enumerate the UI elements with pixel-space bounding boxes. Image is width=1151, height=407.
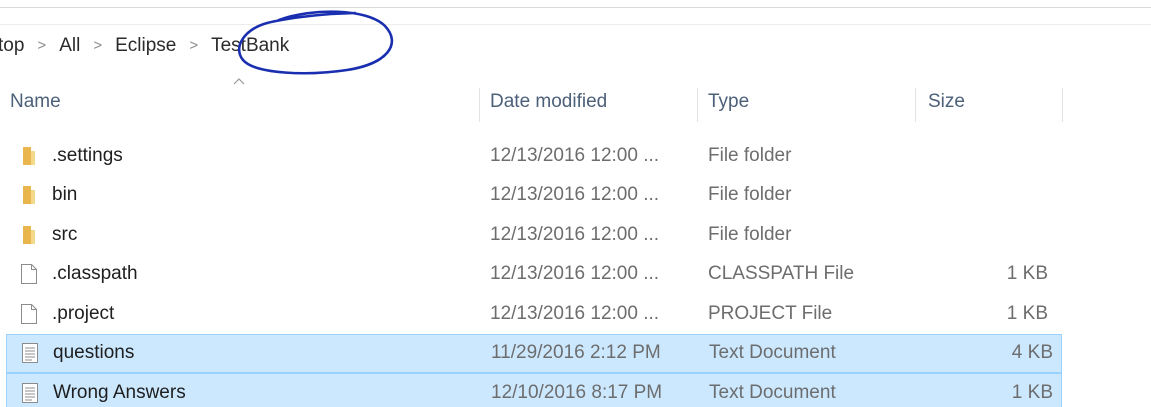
file-type: File folder [708, 184, 792, 206]
blank-file-icon [18, 294, 40, 334]
column-divider[interactable] [1062, 88, 1063, 122]
file-size: 1 KB [1011, 381, 1053, 403]
file-size: 1 KB [1006, 302, 1048, 324]
chevron-right-icon[interactable]: > [93, 37, 102, 54]
file-type: File folder [708, 223, 792, 245]
breadcrumb-item-all[interactable]: All [57, 35, 82, 57]
file-row[interactable]: .settings 12/13/2016 12:00 ... File folder [0, 136, 1062, 176]
breadcrumb: top > All > Eclipse > TestBank [0, 30, 291, 62]
column-divider[interactable] [697, 88, 698, 122]
file-name[interactable]: questions [53, 335, 134, 373]
column-header-size[interactable]: Size [928, 82, 965, 122]
folder-icon [18, 176, 40, 216]
file-row[interactable]: bin 12/13/2016 12:00 ... File folder [0, 176, 1062, 216]
file-type: PROJECT File [708, 302, 833, 324]
file-name[interactable]: bin [52, 176, 77, 216]
column-header-date-modified[interactable]: Date modified [490, 82, 607, 122]
file-date-modified: 12/13/2016 12:00 ... [490, 184, 660, 206]
toolbar-divider [0, 7, 1151, 8]
text-document-icon [19, 374, 41, 407]
file-row[interactable]: .classpath 12/13/2016 12:00 ... CLASSPATH … [0, 255, 1062, 295]
file-name[interactable]: .project [52, 294, 114, 334]
column-divider[interactable] [479, 88, 480, 122]
column-header-type[interactable]: Type [708, 82, 749, 122]
chevron-right-icon[interactable]: > [189, 37, 198, 54]
file-row[interactable]: Wrong Answers 12/10/2016 8:17 PM Text Docu… [6, 373, 1062, 407]
address-bar-top-border [0, 24, 1151, 25]
file-date-modified: 12/13/2016 12:00 ... [490, 302, 660, 324]
file-date-modified: 11/29/2016 2:12 PM [491, 342, 661, 364]
breadcrumb-item-desktop[interactable]: top [0, 35, 26, 57]
file-type: Text Document [709, 381, 836, 403]
breadcrumb-item-eclipse[interactable]: Eclipse [113, 35, 178, 57]
blank-file-icon [18, 255, 40, 295]
file-name[interactable]: src [52, 215, 77, 255]
file-type: CLASSPATH File [708, 263, 855, 285]
file-list: .settings 12/13/2016 12:00 ... File folder… [0, 136, 1151, 407]
file-size: 1 KB [1006, 263, 1048, 285]
file-date-modified: 12/10/2016 8:17 PM [491, 381, 663, 403]
file-type: File folder [708, 144, 792, 166]
column-divider[interactable] [915, 88, 916, 122]
file-row[interactable]: .project 12/13/2016 12:00 ... PROJECT File… [0, 294, 1062, 334]
file-type: Text Document [709, 342, 836, 364]
folder-icon [18, 215, 40, 255]
file-name[interactable]: .classpath [52, 255, 138, 295]
file-explorer-window: top > All > Eclipse > TestBank Name Date… [0, 0, 1151, 407]
file-date-modified: 12/13/2016 12:00 ... [490, 144, 660, 166]
chevron-right-icon[interactable]: > [37, 37, 46, 54]
file-date-modified: 12/13/2016 12:00 ... [490, 223, 660, 245]
file-name[interactable]: Wrong Answers [53, 374, 186, 407]
file-date-modified: 12/13/2016 12:00 ... [490, 263, 660, 285]
text-document-icon [19, 335, 41, 373]
folder-icon [18, 136, 40, 176]
column-header-row: Name Date modified Type Size [0, 82, 1151, 122]
file-row[interactable]: questions 11/29/2016 2:12 PM Text Document… [6, 333, 1062, 373]
file-size: 4 KB [1011, 342, 1053, 364]
breadcrumb-item-testbank[interactable]: TestBank [209, 35, 291, 57]
file-row[interactable]: src 12/13/2016 12:00 ... File folder [0, 215, 1062, 255]
file-name[interactable]: .settings [52, 136, 123, 176]
column-header-name[interactable]: Name [10, 82, 61, 122]
